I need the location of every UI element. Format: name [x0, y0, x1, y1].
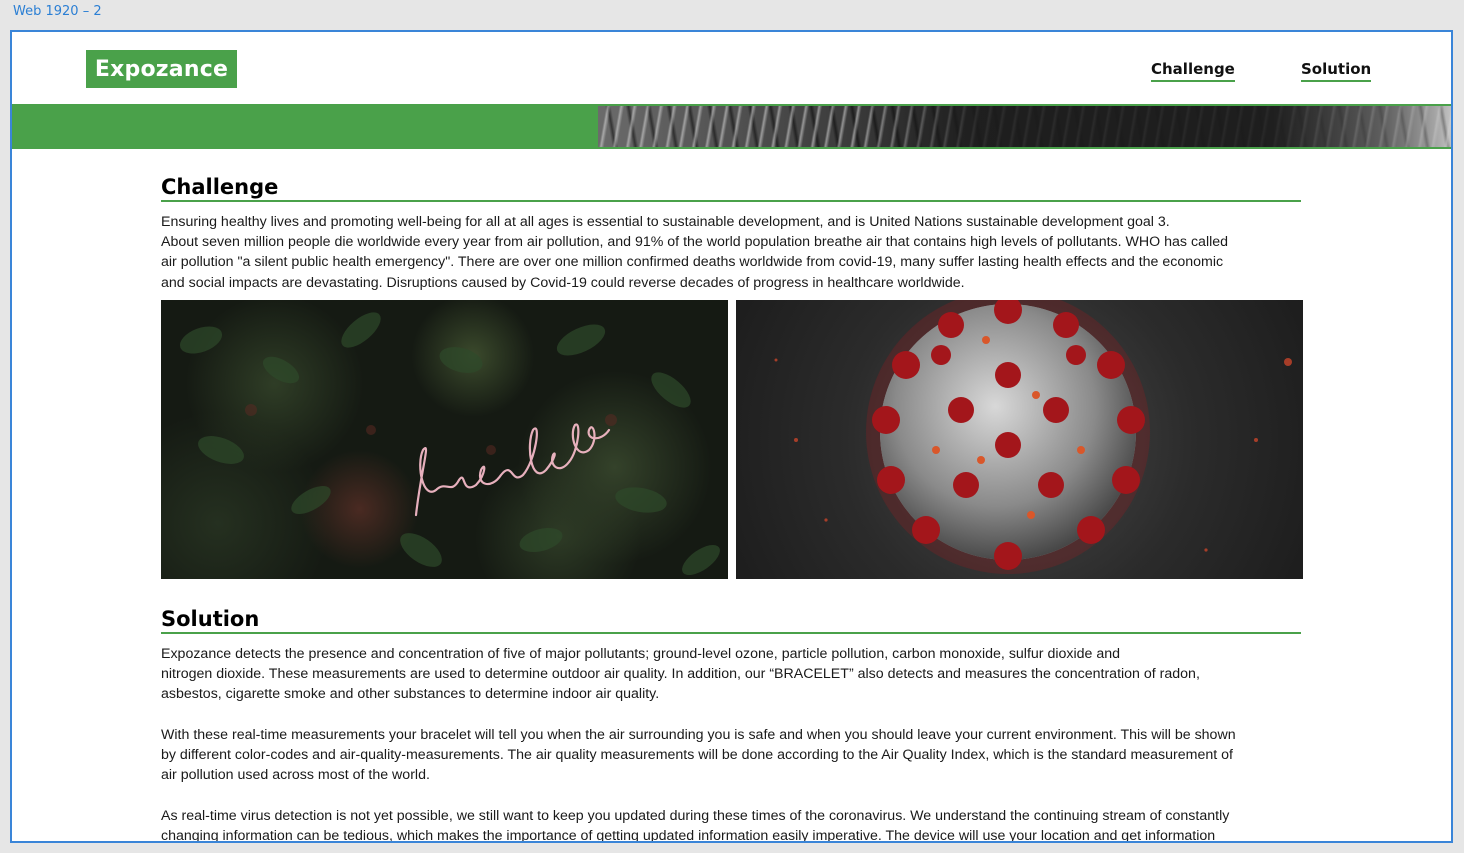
- artboard-label: Web 1920 – 2: [13, 4, 102, 19]
- hero-banner: [12, 104, 1451, 149]
- solution-paragraph-line: asbestos, cigarette smoke and other subs…: [161, 686, 660, 702]
- solution-paragraph-line: changing information can be tedious, whi…: [161, 828, 1216, 843]
- coronavirus-photo: [736, 300, 1303, 579]
- challenge-heading: Challenge: [161, 175, 1301, 202]
- solution-paragraph-line: As real-time virus detection is not yet …: [161, 808, 1230, 824]
- breathe-neon-graphic: [179, 312, 720, 576]
- challenge-paragraph-line: and social impacts are devastating. Disr…: [161, 275, 965, 291]
- solution-paragraph-line: With these real-time measurements your b…: [161, 727, 1236, 743]
- solution-heading: Solution: [161, 607, 1301, 634]
- nav-link-solution[interactable]: Solution: [1301, 60, 1372, 82]
- solution-paragraph-line: nitrogen dioxide. These measurements are…: [161, 666, 1200, 682]
- solution-paragraph-line: Expozance detects the presence and conce…: [161, 646, 1121, 662]
- coronavirus-graphic: [774, 300, 1292, 574]
- banner-chain-photo: [598, 106, 1451, 147]
- nav-link-challenge[interactable]: Challenge: [1151, 60, 1235, 82]
- logo[interactable]: Expozance: [86, 50, 237, 88]
- challenge-paragraph-line: air pollution "a silent public health em…: [161, 254, 1224, 270]
- solution-paragraph-line: by different color-codes and air-quality…: [161, 747, 1233, 763]
- challenge-paragraph-line: Ensuring healthy lives and promoting wel…: [161, 214, 1170, 230]
- artboard: Expozance Challenge Solution Challenge E…: [10, 30, 1453, 843]
- solution-paragraph-line: air pollution used across most of the wo…: [161, 767, 430, 783]
- challenge-paragraph-line: About seven million people die worldwide…: [161, 234, 1229, 250]
- breathe-neon-photo: [161, 300, 728, 579]
